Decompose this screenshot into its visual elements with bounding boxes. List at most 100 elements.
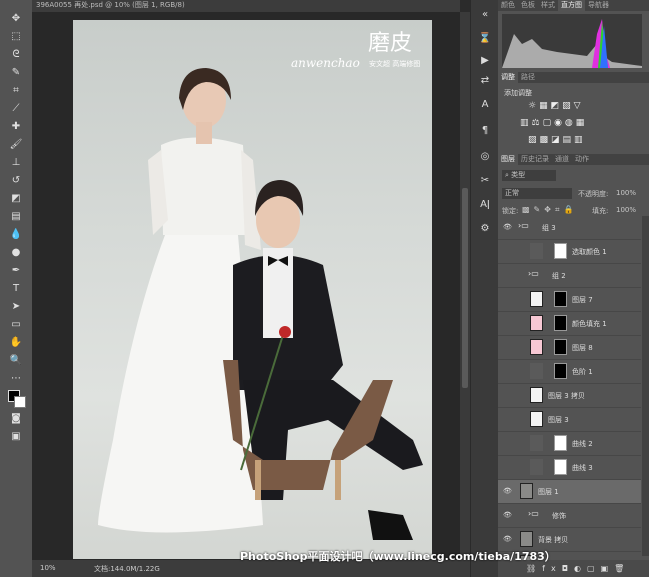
layer-name[interactable]: 图层 8 (572, 343, 593, 353)
properties-icon[interactable]: ⇄ (476, 72, 494, 88)
tab-paths[interactable]: 路径 (518, 72, 538, 83)
zoom-level[interactable]: 10% (40, 564, 56, 572)
layer-thumbnail[interactable] (530, 459, 543, 475)
quick-mask-icon[interactable]: ◙ (6, 410, 26, 426)
adjustment-icons-row1[interactable]: ☼▦◩▧▽ (528, 101, 584, 111)
scrollbar-thumb[interactable] (462, 188, 468, 388)
eraser-tool-icon[interactable]: ◩ (6, 190, 26, 206)
type-tool-icon[interactable]: T (6, 280, 26, 296)
tab-color[interactable]: 颜色 (498, 0, 518, 11)
layer-row[interactable]: ›▭ 组 2 (498, 264, 641, 288)
document-tab[interactable]: 396A0055 再处.psd @ 10% (图层 1, RGB/8) (32, 0, 460, 12)
vertical-scrollbar[interactable] (460, 12, 470, 560)
fill-input[interactable]: 100% (616, 206, 636, 214)
hand-tool-icon[interactable]: ✋ (6, 334, 26, 350)
layer-name[interactable]: 选取颜色 1 (572, 247, 607, 257)
layer-name[interactable]: 图层 7 (572, 295, 593, 305)
folder-icon[interactable]: ›▭ (528, 509, 539, 518)
blur-tool-icon[interactable]: 💧 (6, 226, 26, 242)
tab-navigator[interactable]: 导航器 (585, 0, 612, 11)
paragraph-icon[interactable]: ¶ (476, 122, 494, 138)
layer-thumbnail[interactable] (530, 363, 543, 379)
move-tool-icon[interactable]: ✥ (6, 10, 26, 26)
layer-name[interactable]: 修饰 (552, 511, 566, 521)
visibility-eye-icon[interactable]: 👁 (503, 535, 512, 543)
layer-thumbnail[interactable] (520, 483, 533, 499)
tool-presets-icon[interactable]: ✂ (476, 172, 494, 188)
folder-icon[interactable]: ›▭ (518, 221, 529, 230)
layer-name[interactable]: 背景 拷贝 (538, 535, 568, 545)
layer-thumbnail[interactable] (530, 243, 543, 259)
quick-select-tool-icon[interactable]: ✎ (6, 64, 26, 80)
visibility-eye-icon[interactable]: 👁 (503, 223, 512, 231)
layer-row[interactable]: 选取颜色 1 (498, 240, 641, 264)
layer-row[interactable]: 曲线 2 (498, 432, 641, 456)
healing-brush-icon[interactable]: ✚ (6, 118, 26, 134)
tab-swatches[interactable]: 色板 (518, 0, 538, 11)
gradient-tool-icon[interactable]: ▤ (6, 208, 26, 224)
layer-row[interactable]: 👁 ›▭ 修饰 (498, 504, 641, 528)
layer-name[interactable]: 图层 1 (538, 487, 559, 497)
libraries-icon[interactable]: ◎ (476, 148, 494, 164)
eyedropper-tool-icon[interactable]: ⟋ (6, 100, 26, 116)
layers-scrollbar[interactable] (642, 216, 649, 556)
tab-history[interactable]: 历史记录 (518, 154, 552, 165)
layer-name[interactable]: 颜色填充 1 (572, 319, 607, 329)
layer-row[interactable]: 曲线 3 (498, 456, 641, 480)
layer-name[interactable]: 图层 3 拷贝 (548, 391, 585, 401)
stamp-tool-icon[interactable]: ⊥ (6, 154, 26, 170)
layer-row[interactable]: 色阶 1 (498, 360, 641, 384)
marquee-tool-icon[interactable]: ⬚ (6, 28, 26, 44)
crop-tool-icon[interactable]: ⌗ (6, 82, 26, 98)
layer-name[interactable]: 曲线 2 (572, 439, 593, 449)
brush-tool-icon[interactable]: 🖌 (6, 136, 26, 152)
layer-row[interactable]: 颜色填充 1 (498, 312, 641, 336)
layer-name[interactable]: 色阶 1 (572, 367, 593, 377)
pen-tool-icon[interactable]: ✒ (6, 262, 26, 278)
layer-thumbnail[interactable] (530, 387, 543, 403)
layer-name[interactable]: 组 2 (552, 271, 566, 281)
collapse-icon[interactable]: « (476, 6, 494, 22)
layer-mask-thumbnail[interactable] (554, 291, 567, 307)
tab-adjustments[interactable]: 调整 (498, 72, 518, 83)
background-color-swatch[interactable] (14, 396, 26, 408)
layer-name[interactable]: 曲线 3 (572, 463, 593, 473)
glyph-icon[interactable]: Aǀ (476, 196, 494, 212)
layer-mask-thumbnail[interactable] (554, 243, 567, 259)
layer-row[interactable]: 👁 ›▭ 组 3 (498, 216, 641, 240)
adjustment-icons-row2[interactable]: ▥⚖▢◉◍▦ (520, 118, 587, 128)
layer-row[interactable]: 图层 3 (498, 408, 641, 432)
history-icon[interactable]: ⌛ (476, 30, 494, 46)
layer-thumbnail[interactable] (530, 291, 543, 307)
tab-histogram[interactable]: 直方图 (558, 0, 585, 11)
layer-thumbnail[interactable] (520, 531, 533, 547)
layer-mask-thumbnail[interactable] (554, 435, 567, 451)
opacity-input[interactable]: 100% (616, 189, 636, 197)
screen-mode-icon[interactable]: ▣ (6, 428, 26, 444)
layer-row[interactable]: 图层 7 (498, 288, 641, 312)
layer-thumbnail[interactable] (530, 411, 543, 427)
adjustment-icons-row3[interactable]: ▨▩◪▤▥ (528, 135, 586, 145)
history-brush-icon[interactable]: ↺ (6, 172, 26, 188)
layer-mask-thumbnail[interactable] (554, 315, 567, 331)
dodge-tool-icon[interactable]: ● (6, 244, 26, 260)
layer-thumbnail[interactable] (530, 339, 543, 355)
path-select-icon[interactable]: ➤ (6, 298, 26, 314)
more-tools-icon[interactable]: ⋯ (6, 370, 26, 386)
visibility-eye-icon[interactable]: 👁 (503, 511, 512, 519)
layer-row[interactable]: 图层 8 (498, 336, 641, 360)
actions-icon[interactable]: ▶ (476, 52, 494, 68)
folder-icon[interactable]: ›▭ (528, 269, 539, 278)
zoom-tool-icon[interactable]: 🔍 (6, 352, 26, 368)
layer-name[interactable]: 组 3 (542, 223, 556, 233)
visibility-eye-icon[interactable]: 👁 (503, 487, 512, 495)
layer-name[interactable]: 图层 3 (548, 415, 569, 425)
layer-row[interactable]: 图层 3 拷贝 (498, 384, 641, 408)
lasso-tool-icon[interactable]: ᘓ (6, 46, 26, 62)
shape-tool-icon[interactable]: ▭ (6, 316, 26, 332)
layer-thumbnail[interactable] (530, 315, 543, 331)
blend-mode-select[interactable]: 正常 (502, 188, 572, 199)
layer-mask-thumbnail[interactable] (554, 339, 567, 355)
layer-mask-thumbnail[interactable] (554, 363, 567, 379)
layer-mask-thumbnail[interactable] (554, 459, 567, 475)
